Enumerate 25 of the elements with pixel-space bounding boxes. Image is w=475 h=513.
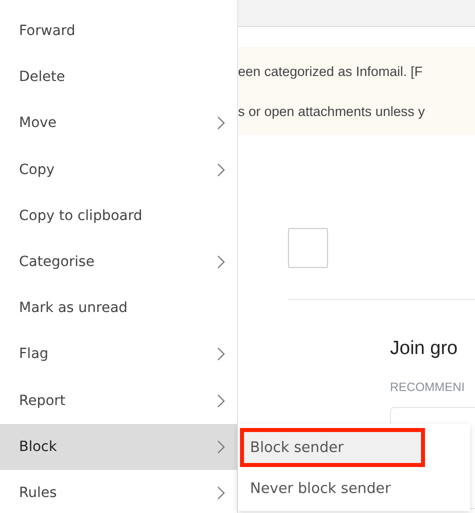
menu-item[interactable]: Categorise xyxy=(0,238,237,286)
chevron-right-icon xyxy=(217,486,225,500)
notice-text: een categorized as Infomail. [F xyxy=(238,64,424,78)
chevron-right-icon xyxy=(217,162,225,177)
menu-item[interactable]: Forward xyxy=(0,8,237,54)
menu-item[interactable]: Block xyxy=(0,424,237,470)
checkbox[interactable] xyxy=(288,228,328,268)
menu-item[interactable]: Report xyxy=(0,378,237,424)
chevron-right-icon xyxy=(217,116,225,130)
menu-item[interactable]: Copy xyxy=(0,146,237,193)
notice-text: s or open attachments unless y xyxy=(238,104,426,118)
submenu-item[interactable]: Block sender xyxy=(240,428,425,467)
menu-item[interactable]: Mark as unread xyxy=(0,285,237,332)
section-label: RECOMMENI xyxy=(390,380,466,394)
heading: Join gro xyxy=(390,338,459,360)
menu-item[interactable]: Rules xyxy=(0,470,237,513)
submenu-item[interactable]: Never block sender xyxy=(238,467,470,511)
menu-item[interactable]: Flag xyxy=(0,331,237,378)
menu-item[interactable]: Move xyxy=(0,100,237,147)
menu-item[interactable]: Delete xyxy=(0,54,237,100)
menu-item[interactable]: Copy to clipboard xyxy=(0,192,237,239)
chevron-right-icon xyxy=(217,394,225,408)
chevron-right-icon xyxy=(217,347,225,362)
chevron-right-icon xyxy=(217,255,225,270)
chevron-right-icon xyxy=(217,440,225,454)
